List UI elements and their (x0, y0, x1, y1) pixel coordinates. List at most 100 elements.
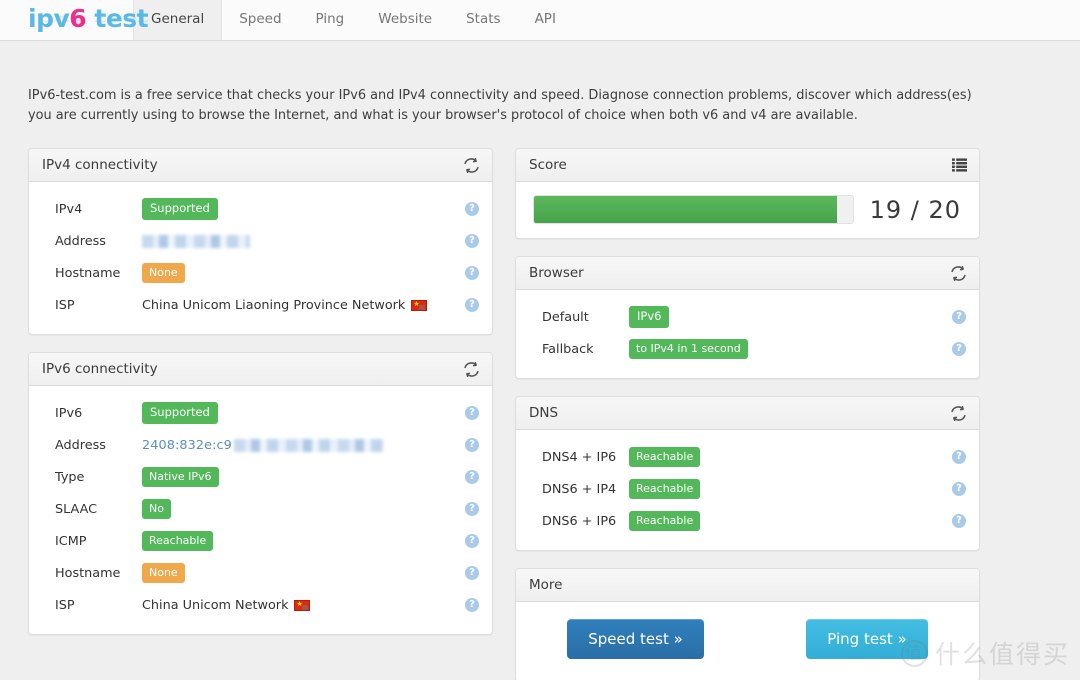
row-value: China Unicom Network (142, 598, 459, 613)
row-label: Address (55, 233, 106, 249)
help-icon[interactable]: ? (465, 502, 479, 516)
row-ipv6: IPv6 Supported ? (29, 397, 492, 429)
row-ipv4-address: Address ? (29, 225, 492, 257)
row-label: Hostname (55, 565, 121, 581)
help-icon[interactable]: ? (465, 534, 479, 548)
row-ipv6-slaac: SLAAC No ? (29, 493, 492, 525)
row-value: Supported (142, 401, 459, 425)
help-icon[interactable]: ? (465, 266, 479, 280)
help-icon[interactable]: ? (465, 406, 479, 420)
panel-more: More Speed test » Ping test » (515, 568, 980, 680)
top-navbar: ipv6 test ipv6 test General Speed Ping W… (0, 0, 1080, 41)
row-value: Reachable (629, 447, 946, 467)
status-badge: Reachable (629, 511, 701, 531)
score-progress-bar (533, 195, 854, 224)
list-icon[interactable] (952, 158, 967, 172)
row-ipv6-icmp: ICMP Reachable ? (29, 525, 492, 557)
help-icon[interactable]: ? (465, 566, 479, 580)
row-dns4-ip6: DNS4 + IP6 Reachable ? (516, 441, 979, 473)
row-ipv6-address: Address 2408:832e:c9 ? (29, 429, 492, 461)
panel-body: IPv6 Supported ? Address 2408:832e:c9 ? … (29, 386, 492, 634)
panel-title-score: Score (529, 157, 567, 173)
panel-body: DNS4 + IP6 Reachable ? DNS6 + IP4 Reacha… (516, 430, 979, 550)
help-icon[interactable]: ? (465, 298, 479, 312)
status-badge: No (142, 499, 171, 519)
row-browser-fallback: Fallback to IPv4 in 1 second ? (516, 333, 979, 365)
row-value: None (142, 263, 459, 283)
status-badge: None (142, 263, 185, 283)
row-label: Default (542, 309, 589, 325)
row-label: Type (55, 469, 85, 485)
tab-speed[interactable]: Speed (222, 0, 298, 40)
row-dns6-ip6: DNS6 + IP6 Reachable ? (516, 505, 979, 537)
ping-test-button[interactable]: Ping test » (806, 619, 928, 659)
row-label: DNS6 + IP6 (542, 513, 617, 529)
panel-title-browser: Browser (529, 265, 584, 281)
panel-title-dns: DNS (529, 405, 559, 421)
row-label: Fallback (542, 341, 594, 357)
row-value: Reachable (142, 531, 459, 551)
panel-header: IPv4 connectivity (29, 149, 492, 182)
site-logo[interactable]: ipv6 test ipv6 test (0, 0, 149, 40)
redacted-address (233, 438, 384, 452)
row-value: to IPv4 in 1 second (629, 339, 946, 359)
row-label: ICMP (55, 533, 87, 549)
row-ipv6-isp: ISP China Unicom Network ? (29, 589, 492, 621)
status-badge: Reachable (629, 479, 701, 499)
logo-reflection-prefix: ipv (28, 12, 70, 26)
panel-body: 19 / 20 (516, 182, 979, 238)
logo-reflection-suffix: test (86, 12, 149, 26)
panel-header: Browser (516, 257, 979, 290)
redacted-address (142, 234, 250, 248)
panel-dns: DNS DNS4 + IP6 Reachable ? DNS6 + IP4 Re… (515, 396, 980, 551)
row-ipv6-hostname: Hostname None ? (29, 557, 492, 589)
ipv6-address-prefix: 2408:832e:c9 (142, 437, 232, 453)
row-value: Native IPv6 (142, 467, 459, 487)
row-label: DNS6 + IP4 (542, 481, 617, 497)
row-ipv4-isp: ISP China Unicom Liaoning Province Netwo… (29, 289, 492, 321)
help-icon[interactable]: ? (952, 514, 966, 528)
help-icon[interactable]: ? (465, 470, 479, 484)
panel-header: More (516, 569, 979, 602)
help-icon[interactable]: ? (465, 234, 479, 248)
panel-title-ipv4: IPv4 connectivity (42, 157, 158, 173)
help-icon[interactable]: ? (952, 342, 966, 356)
tab-api[interactable]: API (518, 0, 573, 40)
row-label: Address (55, 437, 106, 453)
row-label: ISP (55, 597, 75, 613)
tab-ping[interactable]: Ping (299, 0, 362, 40)
left-column: IPv4 connectivity IPv4 Supported ? Addre… (28, 148, 493, 680)
help-icon[interactable]: ? (465, 598, 479, 612)
panel-score: Score 19 / 20 (515, 148, 980, 239)
main-content: IPv4 connectivity IPv4 Supported ? Addre… (0, 126, 1080, 680)
speed-test-button[interactable]: Speed test » (567, 619, 704, 659)
row-label: IPv6 (55, 405, 83, 421)
panel-ipv6-connectivity: IPv6 connectivity IPv6 Supported ? Addre… (28, 352, 493, 635)
row-label: IPv4 (55, 201, 83, 217)
help-icon[interactable]: ? (952, 310, 966, 324)
help-icon[interactable]: ? (465, 438, 479, 452)
help-icon[interactable]: ? (465, 202, 479, 216)
panel-header: IPv6 connectivity (29, 353, 492, 386)
refresh-icon[interactable] (463, 157, 480, 174)
status-badge: Reachable (142, 531, 214, 551)
panel-title-more: More (529, 577, 563, 593)
panel-body: Speed test » Ping test » (516, 602, 979, 680)
row-label: DNS4 + IP6 (542, 449, 617, 465)
row-value: China Unicom Liaoning Province Network (142, 298, 459, 313)
row-value: 2408:832e:c9 (142, 438, 459, 453)
row-ipv4-hostname: Hostname None ? (29, 257, 492, 289)
help-icon[interactable]: ? (952, 450, 966, 464)
refresh-icon[interactable] (463, 361, 480, 378)
refresh-icon[interactable] (950, 405, 967, 422)
row-value (142, 234, 459, 248)
panel-header: DNS (516, 397, 979, 430)
tab-website[interactable]: Website (361, 0, 449, 40)
status-badge: Reachable (629, 447, 701, 467)
status-badge: Supported (142, 401, 218, 425)
tab-stats[interactable]: Stats (449, 0, 517, 40)
help-icon[interactable]: ? (952, 482, 966, 496)
refresh-icon[interactable] (950, 265, 967, 282)
row-value: Reachable (629, 479, 946, 499)
row-ipv6-type: Type Native IPv6 ? (29, 461, 492, 493)
